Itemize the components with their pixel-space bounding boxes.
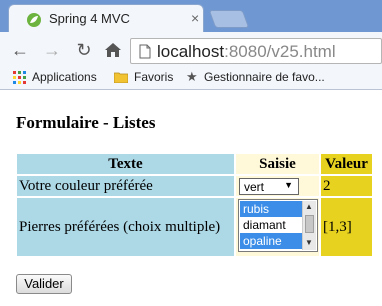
back-icon[interactable]: ← xyxy=(10,40,30,60)
tab-title: Spring 4 MVC xyxy=(49,11,130,26)
label-pierres: Pierres préférées (choix multiple) xyxy=(17,198,234,256)
bookmark-applications[interactable]: Applications xyxy=(32,70,97,84)
page-icon xyxy=(139,44,151,59)
option-diamant[interactable]: diamant xyxy=(240,217,302,233)
header-valeur: Valeur xyxy=(321,154,372,174)
bookmark-favoris[interactable]: Favoris xyxy=(134,70,173,84)
label-couleur: Votre couleur préférée xyxy=(17,176,234,196)
forward-icon[interactable]: → xyxy=(42,40,62,60)
option-opaline[interactable]: opaline xyxy=(240,233,302,249)
scroll-thumb[interactable] xyxy=(305,215,314,233)
scroll-down-icon[interactable]: ▼ xyxy=(305,238,313,247)
close-tab-icon[interactable]: × xyxy=(191,10,199,26)
url-text: localhost:8080/v25.html xyxy=(157,42,336,61)
valider-button[interactable]: Valider xyxy=(16,274,72,294)
header-saisie: Saisie xyxy=(236,154,319,174)
spring-leaf-icon xyxy=(27,13,41,27)
header-texte: Texte xyxy=(17,154,234,174)
option-rubis[interactable]: rubis xyxy=(240,201,302,217)
apps-grid-icon xyxy=(13,71,26,84)
value-pierres: [1,3] xyxy=(321,198,372,256)
bookmark-gestionnaire[interactable]: Gestionnaire de favo... xyxy=(204,70,325,84)
browser-tab[interactable]: Spring 4 MVC × xyxy=(8,4,204,32)
reload-icon[interactable]: ↻ xyxy=(74,40,94,60)
star-icon: ★ xyxy=(186,69,198,84)
page-title: Formulaire - Listes xyxy=(16,113,156,132)
folder-icon xyxy=(114,72,128,83)
chevron-down-icon: ▼ xyxy=(284,180,293,190)
select-value: vert xyxy=(244,180,265,194)
browser-chrome: Spring 4 MVC × ← → ↻ localhost:8080/v25.… xyxy=(0,0,382,90)
value-couleur: 2 xyxy=(321,176,372,196)
pierres-listbox[interactable]: rubis diamant opaline ▲ ▼ xyxy=(238,199,318,252)
address-bar[interactable]: localhost:8080/v25.html xyxy=(130,38,382,64)
couleur-select[interactable]: vert ▼ xyxy=(239,178,299,195)
new-tab-button[interactable] xyxy=(208,10,250,28)
listbox-scrollbar[interactable]: ▲ ▼ xyxy=(302,201,316,250)
home-icon[interactable] xyxy=(104,42,122,58)
scroll-up-icon[interactable]: ▲ xyxy=(305,202,313,211)
